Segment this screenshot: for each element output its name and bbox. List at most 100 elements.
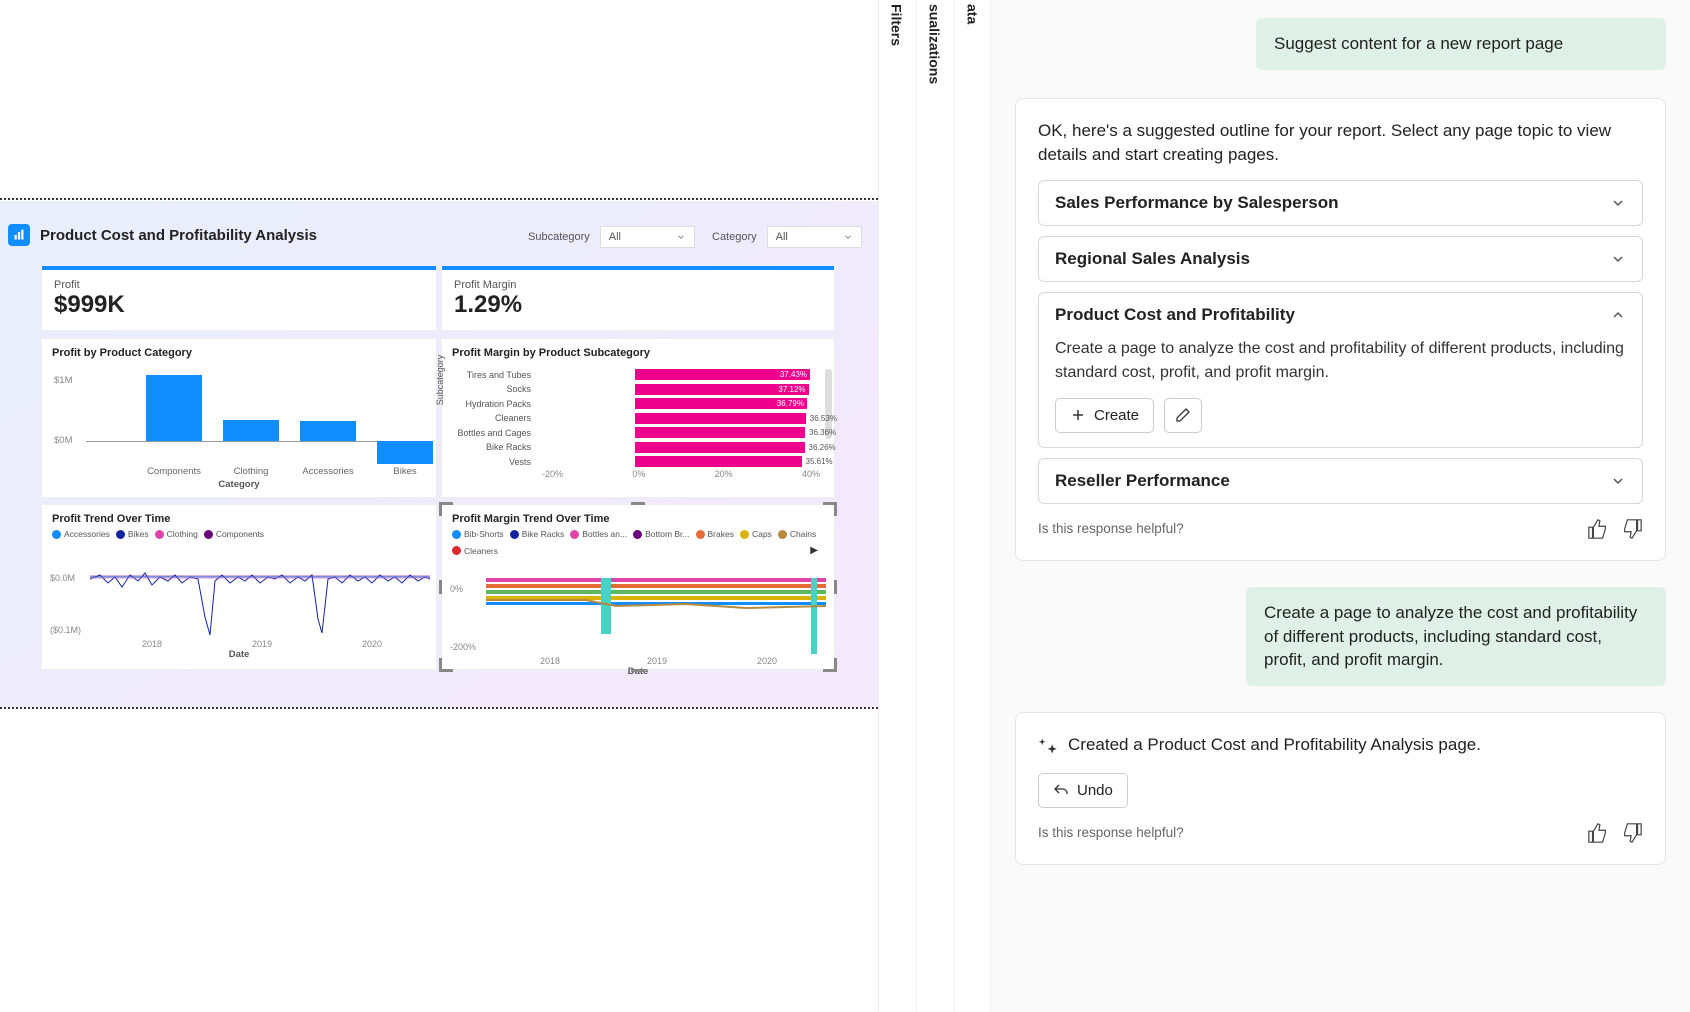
thumbs-up-icon[interactable] xyxy=(1587,518,1609,540)
topic-reseller-performance[interactable]: Reseller Performance xyxy=(1038,458,1643,504)
hbar-value: 36.79% xyxy=(777,398,804,409)
x-tick: Components xyxy=(139,466,209,477)
topic-title: Sales Performance by Salesperson xyxy=(1055,193,1338,213)
hbar-bar[interactable]: 36.36% xyxy=(635,427,805,438)
hbar-label: Bike Racks xyxy=(452,442,537,452)
data-pane-collapsed[interactable]: ata xyxy=(954,0,990,1012)
kpi-profit-card[interactable]: Profit $999K xyxy=(41,265,437,331)
line-svg xyxy=(90,547,430,639)
kpi-margin-card[interactable]: Profit Margin 1.29% xyxy=(441,265,835,331)
thumbs-down-icon[interactable] xyxy=(1621,518,1643,540)
topic-sales-performance[interactable]: Sales Performance by Salesperson xyxy=(1038,180,1643,226)
topic-regional-sales[interactable]: Regional Sales Analysis xyxy=(1038,236,1643,282)
topic-body: Create a page to analyze the cost and pr… xyxy=(1039,337,1642,446)
chevron-down-icon xyxy=(1610,195,1626,211)
visualizations-pane-collapsed[interactable]: sualizations xyxy=(916,0,952,1012)
filter-label: Category xyxy=(712,231,757,243)
chevron-down-icon xyxy=(1610,473,1626,489)
hbar-value: 36.26% xyxy=(805,442,836,453)
hbar-label: Vests xyxy=(452,457,537,467)
selection-frame[interactable] xyxy=(441,504,835,670)
report-icon xyxy=(8,224,30,246)
legend-item[interactable]: Clothing xyxy=(155,529,198,539)
topic-product-cost-profitability[interactable]: Product Cost and Profitability Create a … xyxy=(1038,292,1643,447)
y-tick: $0.0M xyxy=(50,573,75,583)
hbar-label: Bottles and Cages xyxy=(452,428,537,438)
filter-subcategory-select[interactable]: All xyxy=(600,226,695,248)
chevron-down-icon xyxy=(1610,251,1626,267)
bar-clothing[interactable] xyxy=(223,420,279,441)
canvas-divider-bottom xyxy=(0,707,878,710)
resize-handle-tl[interactable] xyxy=(439,502,453,516)
legend-label: Bikes xyxy=(128,529,149,539)
resize-handle-right[interactable] xyxy=(834,580,837,594)
plus-icon xyxy=(1070,407,1086,423)
create-button[interactable]: Create xyxy=(1055,398,1154,433)
filters-pane-collapsed[interactable]: Filters xyxy=(878,0,914,1012)
sparkle-icon xyxy=(1038,736,1058,756)
bar-components[interactable] xyxy=(146,375,202,441)
hbar-row[interactable]: Bike Racks36.26% xyxy=(452,442,537,453)
copilot-chat-panel: Suggest content for a new report page OK… xyxy=(990,0,1690,1012)
hbar-value: 37.43% xyxy=(780,369,807,380)
chart-margin-by-subcategory[interactable]: Profit Margin by Product Subcategory Sub… xyxy=(441,338,835,498)
x-tick: Bikes xyxy=(370,466,440,477)
hbar-bar[interactable]: 37.43% xyxy=(635,369,810,380)
chart-profit-by-category[interactable]: Profit by Product Category $1M $0M Compo… xyxy=(41,338,437,498)
report-canvas: Product Cost and Profitability Analysis … xyxy=(0,0,878,1012)
hbar-row[interactable]: Bottles and Cages36.36% xyxy=(452,427,537,438)
hbar-value: 35.61% xyxy=(802,456,833,467)
legend-item[interactable]: Bikes xyxy=(116,529,149,539)
bar-accessories[interactable] xyxy=(300,421,356,441)
hbar-label: Socks xyxy=(452,384,537,394)
hbar-bar[interactable]: 36.79% xyxy=(635,398,807,409)
feedback-label: Is this response helpful? xyxy=(1038,825,1184,840)
assistant-message: Created a Product Cost and Profitability… xyxy=(1015,712,1666,865)
hbar-label: Cleaners xyxy=(452,413,537,423)
pane-label: Filters xyxy=(889,4,905,46)
hbar-row[interactable]: Hydration Packs36.79% xyxy=(452,398,537,409)
thumbs-down-icon[interactable] xyxy=(1621,822,1643,844)
undo-button[interactable]: Undo xyxy=(1038,773,1128,808)
bar-bikes[interactable] xyxy=(377,441,433,464)
chart-body: $1M $0M Components Clothing Accessories … xyxy=(42,363,436,483)
edit-button[interactable] xyxy=(1164,398,1202,433)
legend-dot xyxy=(116,530,125,539)
hbar-row[interactable]: Vests35.61% xyxy=(452,456,537,467)
resize-handle-tr[interactable] xyxy=(823,502,837,516)
undo-icon xyxy=(1053,782,1069,798)
x-tick: Clothing xyxy=(216,466,286,477)
chart-profit-trend[interactable]: Profit Trend Over Time AccessoriesBikesC… xyxy=(41,504,437,670)
hbar-bar[interactable]: 36.26% xyxy=(635,442,804,453)
report-title: Product Cost and Profitability Analysis xyxy=(40,227,317,244)
hbar-value: 36.36% xyxy=(805,427,836,438)
hbar-bar[interactable]: 35.61% xyxy=(635,456,801,467)
y-tick: $0M xyxy=(54,435,72,446)
resize-handle-bl[interactable] xyxy=(439,658,453,672)
hbar-bar[interactable]: 37.12% xyxy=(635,384,808,395)
filter-category-select[interactable]: All xyxy=(767,226,862,248)
pane-label: sualizations xyxy=(927,4,943,84)
hbar-row[interactable]: Cleaners36.53% xyxy=(452,413,537,424)
filter-subcategory: Subcategory All xyxy=(528,226,695,248)
legend-item[interactable]: Components xyxy=(204,529,264,539)
filter-label: Subcategory xyxy=(528,231,590,243)
pencil-icon xyxy=(1175,407,1191,423)
resize-handle-bottom[interactable] xyxy=(631,669,645,672)
hbar-row[interactable]: Socks37.12% xyxy=(452,384,537,395)
x-axis-label: Category xyxy=(218,479,259,490)
legend-label: Accessories xyxy=(64,529,110,539)
chart-body: Subcategory Tires and Tubes37.43%Socks37… xyxy=(442,363,834,483)
y-axis-label: Subcategory xyxy=(435,355,445,406)
resize-handle-left[interactable] xyxy=(439,580,442,594)
kpi-value: $999K xyxy=(42,291,436,329)
thumbs-up-icon[interactable] xyxy=(1587,822,1609,844)
resize-handle-top[interactable] xyxy=(631,502,645,505)
hbar-bar[interactable]: 36.53% xyxy=(635,413,805,424)
status-message: Created a Product Cost and Profitability… xyxy=(1038,733,1643,757)
legend-item[interactable]: Accessories xyxy=(52,529,110,539)
resize-handle-br[interactable] xyxy=(823,658,837,672)
chevron-down-icon xyxy=(676,232,686,242)
legend-dot xyxy=(155,530,164,539)
hbar-row[interactable]: Tires and Tubes37.43% xyxy=(452,369,537,380)
